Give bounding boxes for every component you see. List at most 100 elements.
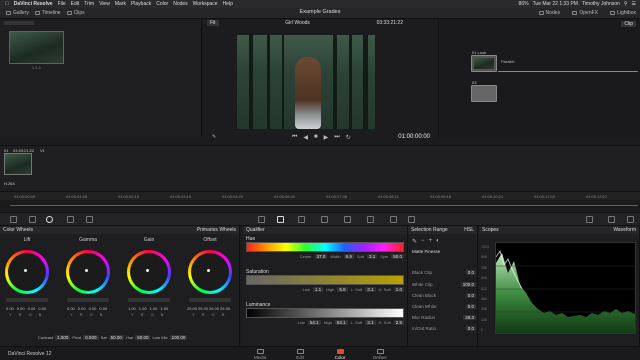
gain-values[interactable]: 1.00 1.00 1.00 1.00 (128, 306, 168, 311)
sat-high-value[interactable]: 5.8 (337, 287, 348, 292)
loop-icon[interactable]: ↻ (346, 134, 351, 141)
play-icon[interactable]: ▶ (324, 134, 329, 141)
offset-values[interactable]: 25.00 25.00 25.00 25.00 (187, 306, 230, 311)
gamma-values[interactable]: 0.00 0.00 0.00 0.00 (67, 306, 107, 311)
sat-value[interactable]: 50.00 (108, 335, 124, 340)
page-edit[interactable]: Edit (285, 349, 315, 360)
hue-width-value[interactable]: 6.9 (343, 254, 354, 259)
clean-white-row[interactable]: Clean White 0.0 (412, 304, 476, 309)
hue-value[interactable]: 50.00 (135, 335, 151, 340)
camera-raw-icon[interactable] (10, 216, 17, 223)
contrast-value[interactable]: 1.000 (55, 335, 71, 340)
page-color[interactable]: Color (325, 349, 355, 360)
gamma-master-slider[interactable] (67, 298, 109, 302)
menu-color[interactable]: Color (156, 1, 168, 7)
user-name[interactable]: Timothy Johnson (582, 1, 620, 7)
picker-plus-icon[interactable]: + (429, 238, 433, 245)
zoom-select[interactable]: Fit (207, 20, 219, 26)
menu-trim[interactable]: Trim (84, 1, 94, 7)
black-clip-row[interactable]: Black Clip 0.0 (412, 270, 476, 275)
pivot-value[interactable]: 0.500 (83, 335, 99, 340)
hue-soft-value[interactable]: 3.1 (366, 254, 378, 259)
rgb-mixer-icon[interactable] (67, 216, 74, 223)
window-icon[interactable] (298, 216, 305, 223)
menu-edit[interactable]: Edit (71, 1, 80, 7)
invert-icon[interactable]: ◐ (436, 238, 440, 245)
lum-low-value[interactable]: 54.1 (307, 320, 321, 325)
clean-black-row[interactable]: Clean Black 0.0 (412, 293, 476, 298)
lum-hsoft-value[interactable]: 2.5 (393, 320, 404, 325)
battery-status[interactable]: 86% (519, 1, 529, 7)
menu-playback[interactable]: Playback (131, 1, 151, 7)
info-icon[interactable] (586, 216, 593, 223)
menu-workspace[interactable]: Workspace (193, 1, 218, 7)
viewer[interactable] (237, 35, 375, 129)
lift-values[interactable]: 0.00 0.00 0.00 0.00 (6, 306, 46, 311)
apple-icon[interactable]:  (5, 1, 9, 7)
qualifier-icon[interactable] (277, 216, 284, 223)
lum-range-bar[interactable] (246, 308, 404, 318)
lift-master-slider[interactable] (6, 298, 48, 302)
menu-view[interactable]: View (99, 1, 110, 7)
white-clip-row[interactable]: White Clip 100.0 (412, 282, 476, 287)
menu-help[interactable]: Help (223, 1, 233, 7)
key-icon[interactable] (367, 216, 374, 223)
tracker-icon[interactable] (321, 216, 328, 223)
gallery-tabs[interactable] (4, 21, 34, 25)
offset-wheel[interactable] (188, 250, 232, 294)
3d-icon[interactable] (408, 216, 415, 223)
color-wheels-icon[interactable] (46, 216, 53, 223)
nodes-toggle[interactable]: Nodes (538, 10, 560, 16)
wheels-mode-select[interactable]: Primaries Wheels (197, 227, 236, 233)
motion-effects-icon[interactable] (86, 216, 93, 223)
lummix-value[interactable]: 100.00 (169, 335, 188, 340)
scope-type-select[interactable]: Waveform (613, 227, 636, 233)
go-start-icon[interactable]: ⏮ (292, 134, 297, 141)
lum-lsoft-value[interactable]: 3.1 (365, 320, 376, 325)
menu-nodes[interactable]: Nodes (173, 1, 187, 7)
node-mode-select[interactable]: Clip (621, 21, 636, 27)
go-end-icon[interactable]: ⏭ (334, 134, 339, 141)
gallery-still[interactable] (9, 31, 64, 64)
color-match-icon[interactable] (29, 216, 36, 223)
picker-minus-icon[interactable]: − (421, 238, 425, 245)
node-editor[interactable]: Clip 01 Look Parallel 03 (438, 19, 640, 137)
hue-sym-value[interactable]: 50.0 (391, 254, 404, 259)
hue-center-value[interactable]: 37.0 (314, 254, 328, 259)
page-media[interactable]: Media (245, 349, 275, 360)
menu-file[interactable]: File (58, 1, 66, 7)
hue-range-bar[interactable] (246, 242, 404, 252)
pen-tool-icon[interactable]: ✎ (212, 134, 216, 140)
blur-icon[interactable] (344, 216, 351, 223)
lift-wheel[interactable] (5, 250, 49, 294)
search-icon[interactable]: ⚲ (624, 1, 628, 7)
gamma-wheel[interactable] (66, 250, 110, 294)
sat-low-value[interactable]: 1.1 (312, 287, 324, 292)
curves-icon[interactable] (258, 216, 265, 223)
lum-high-value[interactable]: 63.1 (334, 320, 348, 325)
sizing-icon[interactable] (390, 216, 397, 223)
menu-app[interactable]: DaVinci Resolve (14, 1, 53, 7)
sat-lsoft-value[interactable]: 3.1 (365, 287, 376, 292)
sat-hsoft-value[interactable]: 1.0 (393, 287, 404, 292)
expand-icon[interactable] (627, 216, 634, 223)
lightbox-toggle[interactable]: Lightbox (610, 10, 636, 16)
clock[interactable]: Tue Mar 22 1:33 PM (533, 1, 578, 7)
in-out-ratio-row[interactable]: In/Out Ratio 0.0 (412, 326, 476, 331)
menu-mark[interactable]: Mark (115, 1, 126, 7)
gain-wheel[interactable] (127, 250, 171, 294)
scopes-icon[interactable] (608, 216, 615, 223)
page-deliver[interactable]: Deliver (365, 349, 395, 360)
gain-master-slider[interactable] (128, 298, 170, 302)
selection-mode-select[interactable]: HSL (464, 227, 474, 233)
clip-thumbnail[interactable] (4, 153, 32, 175)
node-03[interactable]: 03 (471, 80, 497, 102)
stop-icon[interactable]: ■ (314, 134, 318, 141)
picker-icon[interactable]: ✎ (412, 238, 417, 245)
sat-range-bar[interactable] (246, 275, 404, 285)
openfx-toggle[interactable]: OpenFX (572, 10, 598, 16)
node-01[interactable]: 01 Look (471, 50, 497, 72)
offset-master-slider[interactable] (189, 298, 231, 302)
blur-radius-row[interactable]: Blur Radius 28.3 (412, 315, 476, 320)
menu-list-icon[interactable]: ☰ (632, 1, 636, 7)
